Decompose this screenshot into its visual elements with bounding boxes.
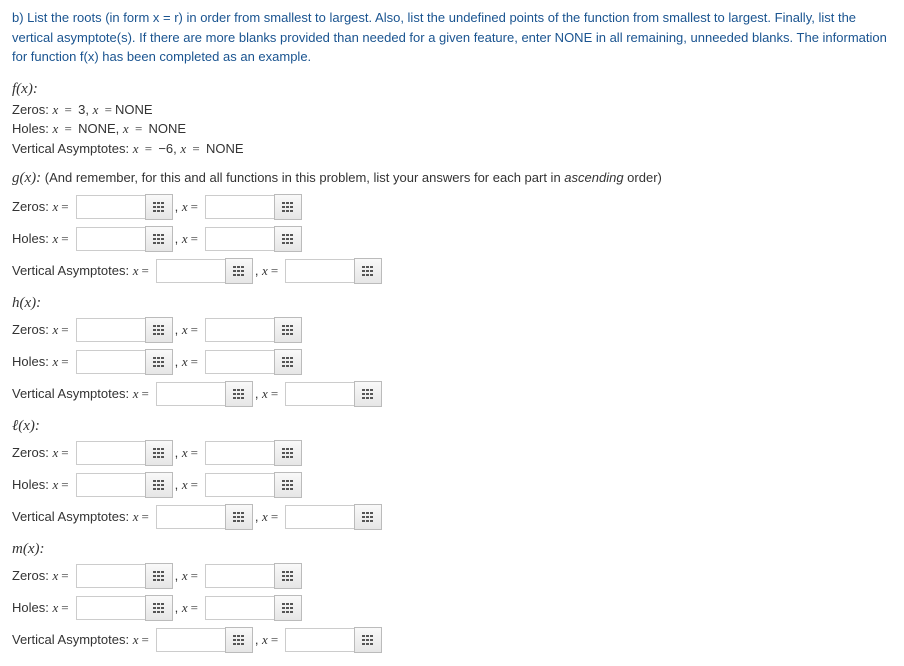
l-zeros-input-1[interactable] — [76, 441, 146, 465]
m-zeros-input-1[interactable] — [76, 564, 146, 588]
g-va-input-1[interactable] — [156, 259, 226, 283]
keypad-icon[interactable] — [145, 595, 173, 621]
h-va-input-1[interactable] — [156, 382, 226, 406]
l-header: ℓ(x): — [12, 418, 892, 435]
h-holes-input-2[interactable] — [205, 350, 275, 374]
m-holes-input-2[interactable] — [205, 596, 275, 620]
g-va-row: Vertical Asymptotes: x= , x= — [12, 257, 892, 285]
keypad-icon[interactable] — [274, 226, 302, 252]
keypad-icon[interactable] — [225, 381, 253, 407]
keypad-icon[interactable] — [354, 627, 382, 653]
keypad-icon[interactable] — [274, 317, 302, 343]
keypad-icon[interactable] — [354, 504, 382, 530]
m-zeros-input-2[interactable] — [205, 564, 275, 588]
h-va-row: Vertical Asymptotes: x= , x= — [12, 380, 892, 408]
keypad-icon[interactable] — [274, 194, 302, 220]
f-zeros-line: Zeros: x = 3, x =NONE — [12, 100, 892, 120]
keypad-icon[interactable] — [274, 472, 302, 498]
keypad-icon[interactable] — [274, 595, 302, 621]
keypad-icon[interactable] — [145, 472, 173, 498]
keypad-icon[interactable] — [145, 440, 173, 466]
f-header: f(x): — [12, 81, 892, 98]
g-va-input-2[interactable] — [285, 259, 355, 283]
g-header-line: g(x): (And remember, for this and all fu… — [12, 168, 892, 189]
l-zeros-input-2[interactable] — [205, 441, 275, 465]
g-holes-row: Holes: x= , x= — [12, 225, 892, 253]
problem-intro: b) List the roots (in form x = r) in ord… — [12, 8, 892, 67]
keypad-icon[interactable] — [145, 563, 173, 589]
keypad-icon[interactable] — [225, 258, 253, 284]
l-va-row: Vertical Asymptotes: x= , x= — [12, 503, 892, 531]
l-va-input-1[interactable] — [156, 505, 226, 529]
keypad-icon[interactable] — [145, 226, 173, 252]
l-holes-input-2[interactable] — [205, 473, 275, 497]
keypad-icon[interactable] — [225, 504, 253, 530]
f-va-line: Vertical Asymptotes: x = −6, x = NONE — [12, 139, 892, 159]
l-holes-input-1[interactable] — [76, 473, 146, 497]
m-header: m(x): — [12, 541, 892, 558]
l-holes-row: Holes: x= , x= — [12, 471, 892, 499]
m-va-row: Vertical Asymptotes: x= , x= — [12, 626, 892, 654]
m-zeros-row: Zeros: x= , x= — [12, 562, 892, 590]
m-va-input-2[interactable] — [285, 628, 355, 652]
h-zeros-row: Zeros: x= , x= — [12, 316, 892, 344]
keypad-icon[interactable] — [145, 349, 173, 375]
keypad-icon[interactable] — [145, 317, 173, 343]
keypad-icon[interactable] — [274, 440, 302, 466]
m-va-input-1[interactable] — [156, 628, 226, 652]
keypad-icon[interactable] — [274, 563, 302, 589]
m-holes-row: Holes: x= , x= — [12, 594, 892, 622]
h-zeros-input-2[interactable] — [205, 318, 275, 342]
g-zeros-input-2[interactable] — [205, 195, 275, 219]
h-holes-row: Holes: x= , x= — [12, 348, 892, 376]
keypad-icon[interactable] — [354, 258, 382, 284]
m-holes-input-1[interactable] — [76, 596, 146, 620]
g-holes-input-1[interactable] — [76, 227, 146, 251]
h-holes-input-1[interactable] — [76, 350, 146, 374]
h-header: h(x): — [12, 295, 892, 312]
keypad-icon[interactable] — [274, 349, 302, 375]
keypad-icon[interactable] — [354, 381, 382, 407]
h-va-input-2[interactable] — [285, 382, 355, 406]
f-holes-line: Holes: x = NONE, x = NONE — [12, 119, 892, 139]
g-zeros-row: Zeros: x= , x= — [12, 193, 892, 221]
g-holes-input-2[interactable] — [205, 227, 275, 251]
h-zeros-input-1[interactable] — [76, 318, 146, 342]
l-zeros-row: Zeros: x= , x= — [12, 439, 892, 467]
l-va-input-2[interactable] — [285, 505, 355, 529]
keypad-icon[interactable] — [145, 194, 173, 220]
keypad-icon[interactable] — [225, 627, 253, 653]
g-zeros-input-1[interactable] — [76, 195, 146, 219]
